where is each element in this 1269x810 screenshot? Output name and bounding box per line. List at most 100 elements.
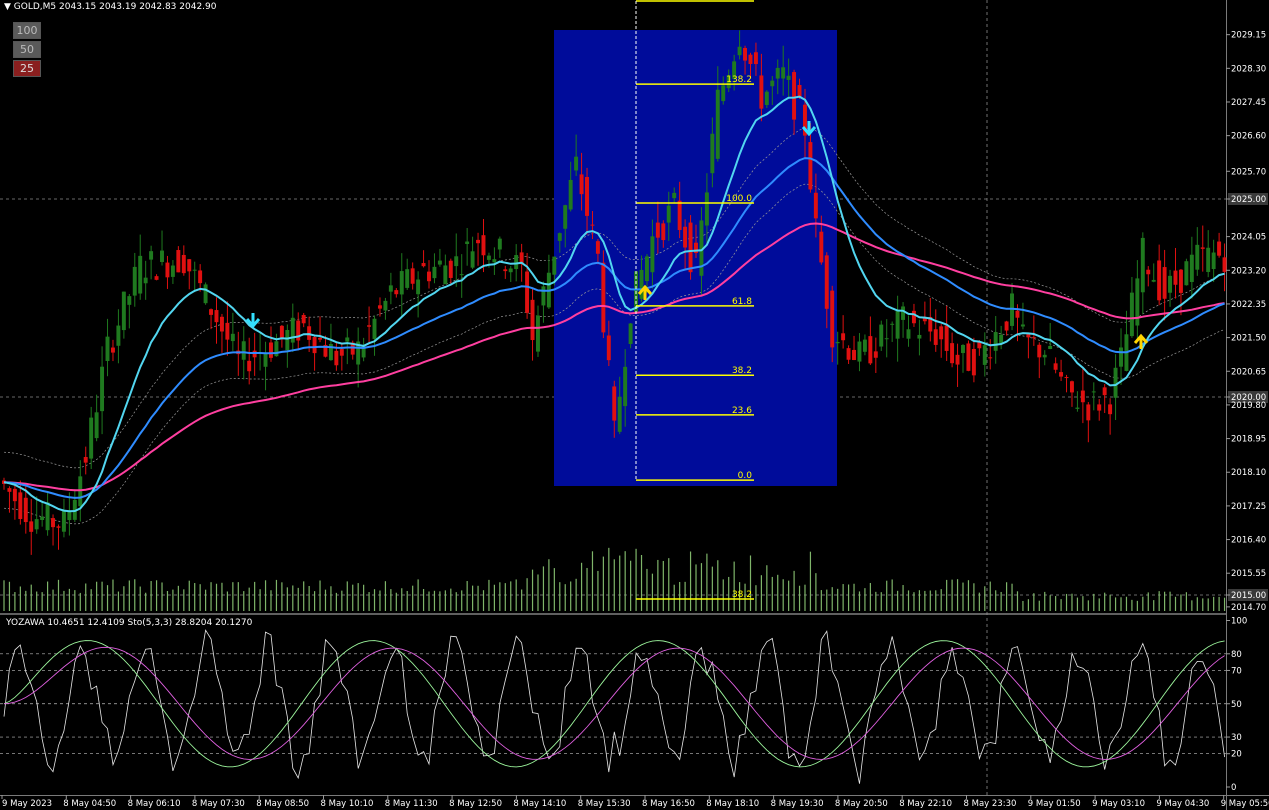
candle-body bbox=[497, 238, 502, 250]
candle-body bbox=[574, 156, 579, 171]
subwindow-title: YOZAWA 10.4651 12.4109 Sto(5,3,3) 28.820… bbox=[6, 618, 253, 628]
candle-body bbox=[557, 233, 562, 241]
zoom-button-50[interactable]: 50 bbox=[13, 41, 41, 58]
candle-body bbox=[525, 271, 530, 313]
time-tick-label: 8 May 07:30 bbox=[192, 799, 245, 809]
time-tick-label: 8 May 20:50 bbox=[835, 799, 888, 809]
candle-body bbox=[748, 54, 753, 64]
candle-body bbox=[1048, 345, 1053, 350]
candle-body bbox=[377, 305, 382, 309]
candle-body bbox=[508, 268, 513, 273]
candle-body bbox=[279, 325, 284, 339]
fib-level-label: 38.2 bbox=[732, 590, 752, 600]
candle-body bbox=[83, 457, 88, 463]
candle-body bbox=[1146, 269, 1151, 275]
candle-body bbox=[1080, 390, 1085, 403]
candle-body bbox=[214, 310, 219, 323]
candle-body bbox=[470, 251, 475, 268]
candle-body bbox=[105, 336, 110, 361]
candle-body bbox=[1113, 367, 1118, 398]
candle-body bbox=[312, 337, 317, 354]
candle-body bbox=[143, 277, 148, 284]
ohlc-values: 2043.15 2043.19 2042.83 2042.90 bbox=[59, 2, 217, 12]
candle-body bbox=[530, 299, 535, 341]
candle-body bbox=[165, 262, 170, 278]
candle-body bbox=[971, 348, 976, 376]
candle-body bbox=[1091, 391, 1096, 393]
candle-body bbox=[601, 262, 606, 333]
candle-body bbox=[187, 259, 192, 272]
candle-body bbox=[209, 309, 214, 315]
candle-body bbox=[890, 323, 895, 325]
osc-tick-label: 100 bbox=[1231, 617, 1247, 627]
candle-body bbox=[775, 67, 780, 79]
candle-body bbox=[34, 519, 39, 530]
candle-body bbox=[1059, 372, 1064, 377]
candle-body bbox=[737, 46, 742, 56]
candle-body bbox=[18, 492, 23, 520]
candle-body bbox=[824, 255, 829, 309]
candle-body bbox=[388, 285, 393, 292]
zoom-button-25[interactable]: 25 bbox=[13, 60, 41, 77]
candle-body bbox=[1004, 321, 1009, 331]
candle-body bbox=[285, 330, 290, 351]
candle-body bbox=[421, 263, 426, 267]
candle-body bbox=[753, 52, 758, 65]
price-tick-label: 2020.65 bbox=[1231, 367, 1266, 377]
candle-body bbox=[56, 526, 61, 528]
time-tick-label: 9 May 01:50 bbox=[1028, 799, 1081, 809]
candle-body bbox=[290, 317, 295, 343]
candle-body bbox=[7, 488, 12, 492]
candle-body bbox=[552, 256, 557, 275]
fib-level-label: 61.8 bbox=[732, 297, 752, 307]
price-tick-label: 2025.00 bbox=[1231, 195, 1266, 205]
candle-body bbox=[1129, 292, 1134, 337]
candle-body bbox=[100, 366, 105, 412]
osc-tick-label: 50 bbox=[1231, 700, 1242, 710]
candle-body bbox=[94, 412, 99, 439]
candle-body bbox=[268, 342, 273, 358]
candle-body bbox=[590, 224, 595, 226]
candle-body bbox=[1173, 270, 1178, 285]
price-tick-label: 2021.50 bbox=[1231, 334, 1266, 344]
candle-body bbox=[492, 259, 497, 263]
candle-body bbox=[781, 67, 786, 79]
candle-body bbox=[1053, 363, 1058, 370]
candle-body bbox=[906, 329, 911, 339]
osc-tick-label: 80 bbox=[1231, 650, 1242, 660]
candle-body bbox=[127, 296, 132, 305]
candle-body bbox=[944, 325, 949, 351]
price-tick-label: 2018.10 bbox=[1231, 468, 1266, 478]
candle-body bbox=[579, 174, 584, 195]
candle-body bbox=[1211, 252, 1216, 270]
candle-body bbox=[786, 75, 791, 80]
candle-body bbox=[1075, 407, 1080, 409]
candle-body bbox=[1151, 279, 1156, 282]
dropdown-triangle-icon[interactable]: ▼ bbox=[4, 2, 11, 12]
candle-body bbox=[901, 306, 906, 320]
time-tick-label: 8 May 22:10 bbox=[899, 799, 952, 809]
zoom-button-100[interactable]: 100 bbox=[13, 22, 41, 39]
candle-body bbox=[1140, 237, 1145, 293]
price-tick-label: 2017.25 bbox=[1231, 502, 1266, 512]
candle-body bbox=[29, 521, 34, 532]
candle-body bbox=[612, 386, 617, 421]
price-tick-label: 2016.40 bbox=[1231, 536, 1266, 546]
candle-body bbox=[51, 518, 55, 528]
candle-body bbox=[334, 350, 339, 366]
candle-body bbox=[138, 255, 143, 294]
candle-body bbox=[672, 192, 677, 199]
candle-body bbox=[1217, 241, 1222, 256]
candle-body bbox=[835, 341, 840, 344]
chart-canvas[interactable]: 161.8 138.2 100.0 61.8 38.2 23.6 0.0 38.2 2029.… bbox=[0, 0, 1269, 810]
candle-body bbox=[1037, 344, 1042, 358]
candle-body bbox=[339, 349, 344, 356]
time-axis: 9 May 2023 8 May 04:50 8 May 06:10 8 May 07… bbox=[1, 795, 1269, 809]
candle-body bbox=[372, 318, 377, 339]
time-tick-label: 8 May 10:10 bbox=[321, 799, 374, 809]
candle-body bbox=[955, 354, 960, 365]
candle-body bbox=[677, 200, 682, 231]
candle-body bbox=[819, 231, 824, 263]
candle-body bbox=[857, 341, 862, 362]
candle-body bbox=[399, 271, 404, 295]
